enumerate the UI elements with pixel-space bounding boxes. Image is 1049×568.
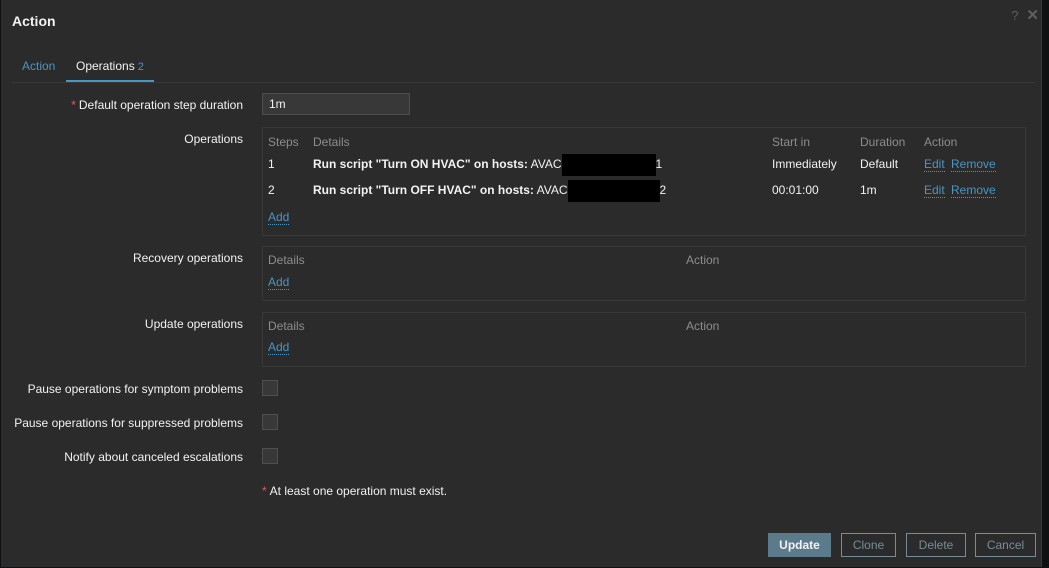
row1-start-in: Immediately xyxy=(772,157,837,171)
row1-step: 1 xyxy=(268,157,275,171)
delete-button[interactable]: Delete xyxy=(906,533,966,557)
update-action-header: Action xyxy=(686,319,720,333)
tab-operations-label: Operations xyxy=(76,59,135,73)
recovery-action-header: Action xyxy=(686,253,720,267)
row1-edit-link[interactable]: Edit xyxy=(924,157,945,172)
row2-host-suffix: 2 xyxy=(659,183,667,197)
required-mark: * xyxy=(71,98,76,112)
pause-suppressed-label: Pause operations for suppressed problems xyxy=(14,416,243,430)
row2-start-in: 00:01:00 xyxy=(772,183,819,197)
row2-host-prefix: AVAC xyxy=(536,183,568,197)
tab-action[interactable]: Action xyxy=(12,52,65,81)
row2-duration: 1m xyxy=(860,183,877,197)
notify-canceled-checkbox[interactable] xyxy=(262,448,278,464)
action-dialog: Action ? ✕ Action Operations 2 * Default o… xyxy=(1,0,1042,567)
operations-table: Steps Details Start in Duration Action 1… xyxy=(262,127,1026,236)
clone-button[interactable]: Clone xyxy=(841,533,896,557)
notify-canceled-label: Notify about canceled escalations xyxy=(64,450,243,464)
step-duration-label-text: Default operation step duration xyxy=(78,98,243,112)
update-button[interactable]: Update xyxy=(768,533,831,557)
col-steps-header: Steps xyxy=(268,135,299,149)
update-operations-label: Update operations xyxy=(144,317,243,331)
tab-operations[interactable]: Operations 2 xyxy=(66,52,154,82)
update-add-link[interactable]: Add xyxy=(268,340,290,355)
col-start-in-header: Start in xyxy=(772,135,811,149)
row2-details-text: Run script "Turn OFF HVAC" on hosts: xyxy=(313,183,534,197)
row2-details: Run script "Turn OFF HVAC" on hosts: AVA… xyxy=(313,178,666,202)
row1-duration: Default xyxy=(860,157,899,171)
tab-operations-count: 2 xyxy=(137,61,144,73)
update-operations-table: Details Action Add xyxy=(262,312,1026,367)
pause-suppressed-checkbox[interactable] xyxy=(262,414,278,430)
recovery-details-header: Details xyxy=(268,253,305,267)
row1-host-suffix: 1 xyxy=(655,157,663,171)
cancel-button[interactable]: Cancel xyxy=(975,533,1036,557)
row1-host-prefix: AVAC xyxy=(530,157,562,171)
required-note-text: At least one operation must exist. xyxy=(269,484,448,498)
recovery-operations-table: Details Action Add xyxy=(262,246,1026,301)
pause-symptom-checkbox[interactable] xyxy=(262,380,278,396)
close-icon[interactable]: ✕ xyxy=(1026,6,1039,24)
col-action-header: Action xyxy=(924,135,958,149)
row2-edit-link[interactable]: Edit xyxy=(924,183,945,198)
col-details-header: Details xyxy=(313,135,350,149)
dialog-title: Action xyxy=(12,13,56,29)
row1-remove-link[interactable]: Remove xyxy=(951,157,996,172)
required-mark: * xyxy=(262,484,267,498)
row2-remove-link[interactable]: Remove xyxy=(951,183,996,198)
row1-details: Run script "Turn ON HVAC" on hosts: AVAC… xyxy=(313,152,662,176)
col-duration-header: Duration xyxy=(860,135,906,149)
dialog-header-icons: ? ✕ xyxy=(1011,6,1039,24)
redaction-bar xyxy=(561,153,656,176)
help-icon[interactable]: ? xyxy=(1011,8,1018,23)
row1-details-text: Run script "Turn ON HVAC" on hosts: xyxy=(313,157,528,171)
required-note: * At least one operation must exist. xyxy=(262,484,447,498)
row2-step: 2 xyxy=(268,183,275,197)
operations-label: Operations xyxy=(184,132,243,146)
step-duration-label: * Default operation step duration xyxy=(71,98,243,112)
tab-bar: Action Operations 2 xyxy=(12,52,1035,83)
step-duration-input[interactable] xyxy=(262,93,410,115)
pause-symptom-label: Pause operations for symptom problems xyxy=(27,382,243,396)
redaction-bar xyxy=(567,179,660,202)
update-details-header: Details xyxy=(268,319,305,333)
operations-add-link[interactable]: Add xyxy=(268,210,290,225)
recovery-operations-label: Recovery operations xyxy=(132,251,243,265)
recovery-add-link[interactable]: Add xyxy=(268,275,290,290)
